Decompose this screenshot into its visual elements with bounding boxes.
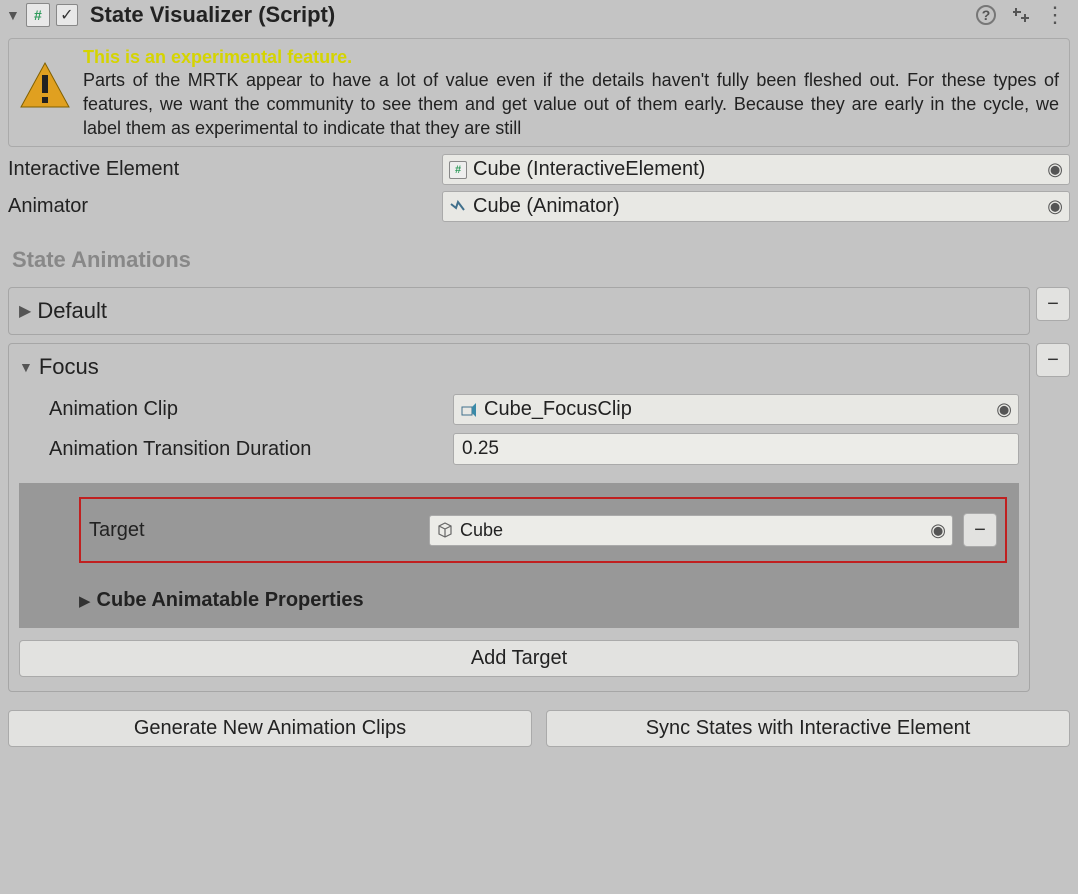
target-field[interactable]: Cube ◉ [429, 515, 953, 546]
target-list: Target Cube ◉ − ▶ Cube Animatable Proper… [19, 483, 1019, 628]
script-ref-icon: # [449, 161, 467, 179]
generate-clips-button[interactable]: Generate New Animation Clips [8, 710, 532, 747]
clip-icon [460, 401, 478, 419]
state-focus: ▼ Focus Animation Clip Cube_FocusClip ◉ … [8, 343, 1030, 692]
animator-field[interactable]: Cube (Animator) ◉ [442, 191, 1070, 222]
state-default: ▶ Default [8, 287, 1030, 335]
animatable-properties-label: Cube Animatable Properties [97, 589, 364, 612]
warning-body: Parts of the MRTK appear to have a lot o… [83, 68, 1059, 140]
animation-clip-label: Animation Clip [49, 398, 453, 421]
target-value: Cube [460, 520, 503, 541]
object-picker-icon[interactable]: ◉ [930, 520, 946, 541]
preset-icon[interactable] [1010, 5, 1030, 25]
warning-text: This is an experimental feature. Parts o… [83, 47, 1059, 140]
interactive-element-field[interactable]: # Cube (InteractiveElement) ◉ [442, 154, 1070, 185]
foldout-icon: ▶ [79, 592, 91, 610]
remove-state-button[interactable]: − [1036, 343, 1070, 377]
warning-title: This is an experimental feature. [83, 47, 1059, 68]
animator-label: Animator [8, 195, 442, 218]
foldout-icon[interactable]: ▼ [19, 359, 33, 375]
experimental-warning: This is an experimental feature. Parts o… [8, 38, 1070, 147]
object-picker-icon[interactable]: ◉ [996, 399, 1012, 420]
component-header: ▼ # ✓ State Visualizer (Script) ? ⋮ [0, 0, 1078, 30]
animator-value: Cube (Animator) [473, 195, 620, 218]
script-icon: # [26, 3, 50, 27]
enabled-checkbox[interactable]: ✓ [56, 4, 78, 26]
component-title: State Visualizer (Script) [90, 2, 335, 28]
sync-states-button[interactable]: Sync States with Interactive Element [546, 710, 1070, 747]
help-icon[interactable]: ? [976, 5, 996, 25]
target-row: Target Cube ◉ − [79, 497, 1007, 563]
remove-target-button[interactable]: − [963, 513, 997, 547]
remove-state-button[interactable]: − [1036, 287, 1070, 321]
gameobject-icon [436, 521, 454, 539]
animatable-properties-foldout[interactable]: ▶ Cube Animatable Properties [79, 589, 1007, 612]
interactive-element-label: Interactive Element [8, 158, 442, 181]
interactive-element-value: Cube (InteractiveElement) [473, 158, 705, 181]
animator-icon [449, 198, 467, 216]
foldout-icon[interactable]: ▼ [6, 7, 20, 23]
animation-clip-field[interactable]: Cube_FocusClip ◉ [453, 394, 1019, 425]
state-title: Focus [39, 354, 99, 380]
object-picker-icon[interactable]: ◉ [1047, 159, 1063, 180]
foldout-icon[interactable]: ▶ [19, 301, 31, 321]
state-title: Default [37, 298, 107, 324]
target-label: Target [89, 519, 419, 542]
object-picker-icon[interactable]: ◉ [1047, 196, 1063, 217]
state-animations-header: State Animations [0, 225, 1078, 279]
duration-field[interactable]: 0.25 [453, 433, 1019, 465]
menu-icon[interactable]: ⋮ [1044, 2, 1066, 28]
animation-clip-value: Cube_FocusClip [484, 398, 632, 421]
add-target-button[interactable]: Add Target [19, 640, 1019, 677]
warning-icon [19, 59, 71, 111]
duration-label: Animation Transition Duration [49, 438, 453, 461]
